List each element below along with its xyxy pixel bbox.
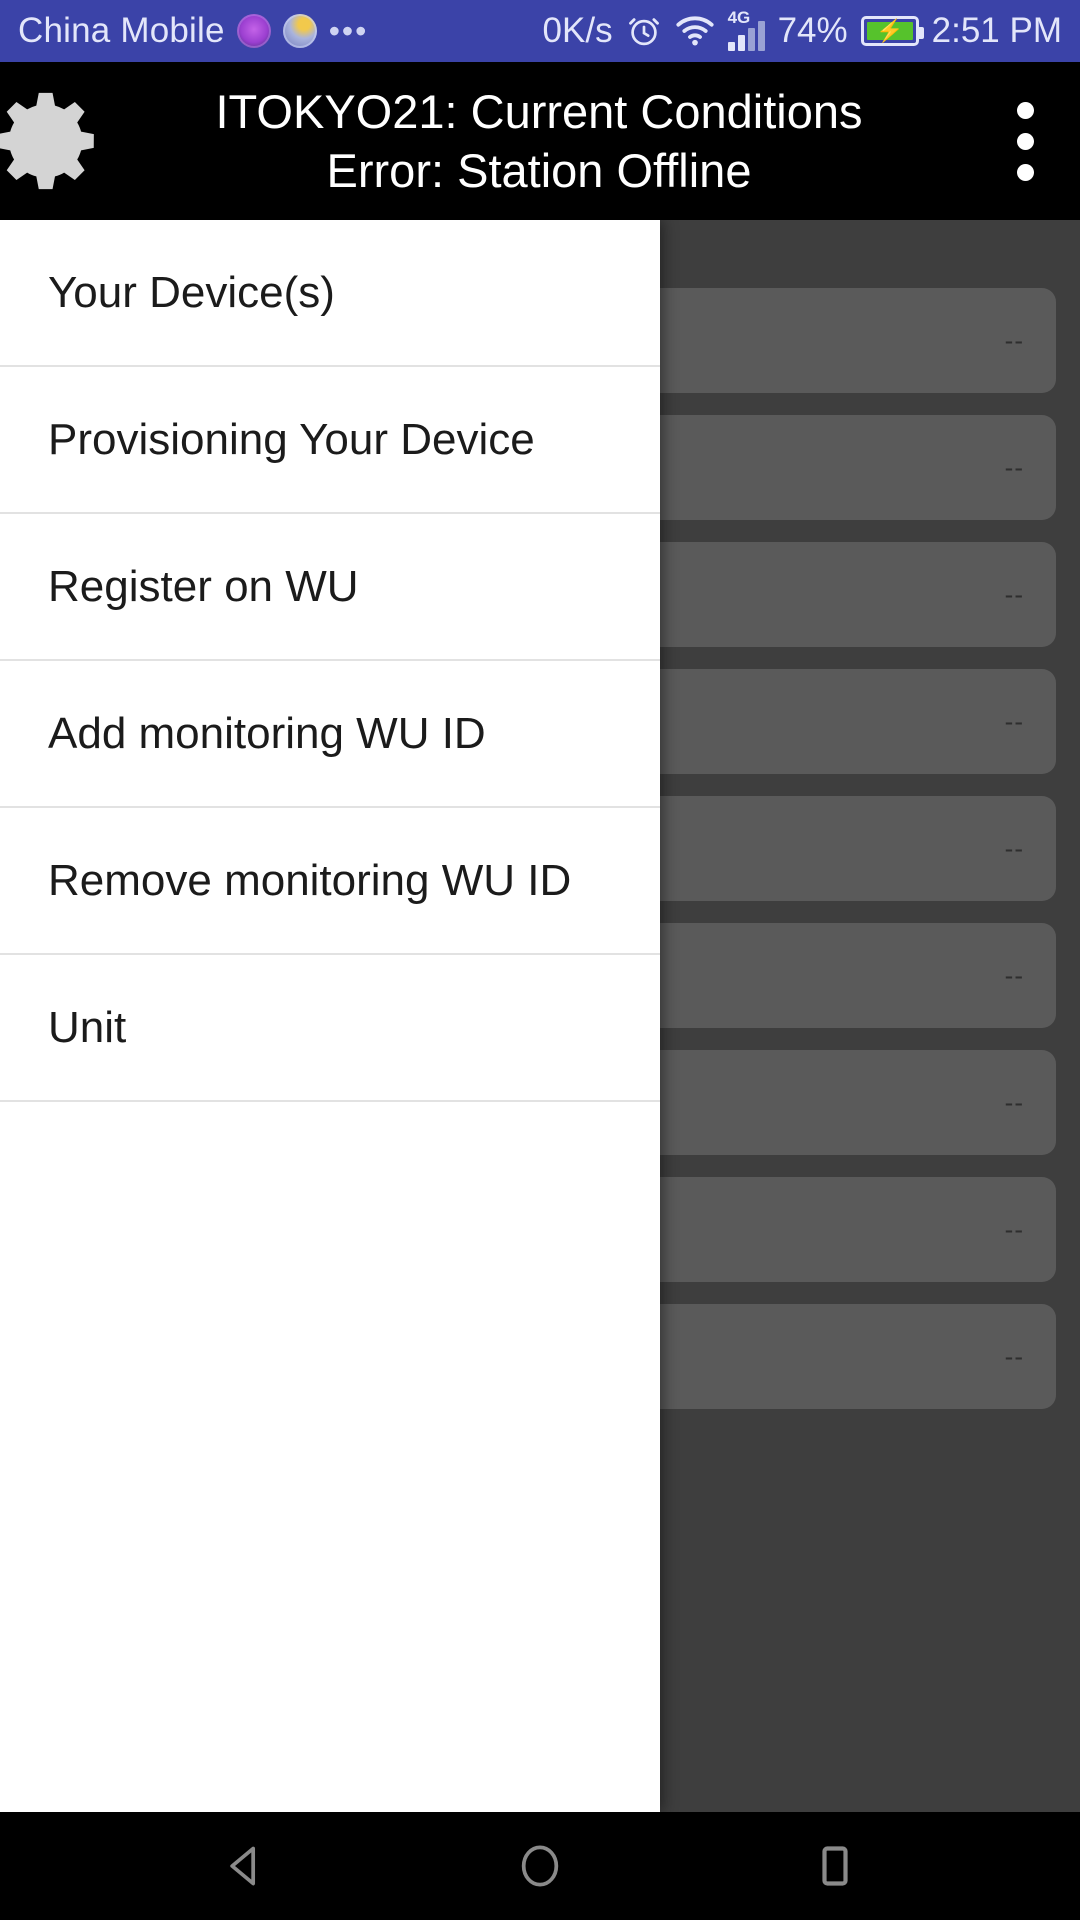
clock-label: 2:51 PM (931, 11, 1062, 50)
gear-icon[interactable] (0, 82, 108, 200)
nav-spacer-left (345, 1812, 440, 1920)
app-badge-purple-icon (236, 14, 271, 48)
status-bar-left: China Mobile ••• (18, 11, 368, 51)
network-type-label: 4G (727, 8, 751, 27)
network-speed-label: 0K/s (542, 11, 613, 50)
back-triangle-icon[interactable] (145, 1812, 345, 1920)
drawer-item-your-devices[interactable]: Your Device(s) (0, 220, 660, 367)
drawer-item-label: Add monitoring WU ID (48, 708, 486, 758)
drawer-item-register-on-wu[interactable]: Register on WU (0, 514, 660, 661)
station-card-value: -- (1004, 325, 1024, 355)
signal-bar-group (727, 21, 765, 51)
navigation-drawer: Your Device(s) Provisioning Your Device … (0, 220, 660, 1812)
phone-screen: China Mobile ••• 0K/s 4G 74% ⚡ 2:51 PM I… (0, 0, 1080, 1920)
station-card-value: -- (1004, 452, 1024, 482)
page-title-line1: ITOKYO21: Current Conditions (215, 85, 863, 138)
station-card-value: -- (1004, 1214, 1024, 1244)
app-badge-light-icon (282, 14, 317, 48)
drawer-item-provisioning-your-device[interactable]: Provisioning Your Device (0, 367, 660, 514)
station-card-value: -- (1004, 960, 1024, 990)
overflow-menu-icon[interactable] (970, 101, 1080, 181)
app-bar: ITOKYO21: Current Conditions Error: Stat… (0, 62, 1080, 220)
home-circle-icon[interactable] (440, 1812, 640, 1920)
drawer-item-unit[interactable]: Unit (0, 955, 660, 1102)
recents-square-icon[interactable] (735, 1812, 935, 1920)
notification-overflow-ellipsis-icon: ••• (328, 13, 369, 49)
carrier-label: China Mobile (18, 11, 225, 50)
drawer-item-add-monitoring-wu-id[interactable]: Add monitoring WU ID (0, 661, 660, 808)
station-card-value: -- (1004, 1087, 1024, 1117)
system-navigation-bar (0, 1812, 1080, 1920)
wifi-icon (675, 16, 714, 46)
drawer-item-label: Your Device(s) (48, 267, 335, 317)
station-card-value: -- (1004, 1341, 1024, 1371)
station-card-value: -- (1004, 706, 1024, 736)
nav-spacer-right (640, 1812, 735, 1920)
station-card-value: -- (1004, 579, 1024, 609)
page-title: ITOKYO21: Current Conditions Error: Stat… (108, 82, 970, 200)
station-card-value: -- (1004, 833, 1024, 863)
drawer-item-label: Register on WU (48, 561, 359, 611)
battery-percent-label: 74% (777, 11, 848, 50)
drawer-item-label: Unit (48, 1002, 127, 1052)
status-bar-right: 0K/s 4G 74% ⚡ 2:51 PM (542, 8, 1062, 51)
battery-charging-icon: ⚡ (860, 16, 924, 46)
page-title-line2: Error: Station Offline (326, 144, 752, 197)
drawer-item-label: Provisioning Your Device (48, 414, 535, 464)
alarm-clock-icon (628, 18, 659, 46)
drawer-item-label: Remove monitoring WU ID (48, 855, 572, 905)
drawer-item-remove-monitoring-wu-id[interactable]: Remove monitoring WU ID (0, 808, 660, 955)
drawer-empty-area (0, 1102, 660, 1812)
signal-bars-icon: 4G (727, 8, 765, 51)
status-bar: China Mobile ••• 0K/s 4G 74% ⚡ 2:51 PM (0, 0, 1080, 62)
